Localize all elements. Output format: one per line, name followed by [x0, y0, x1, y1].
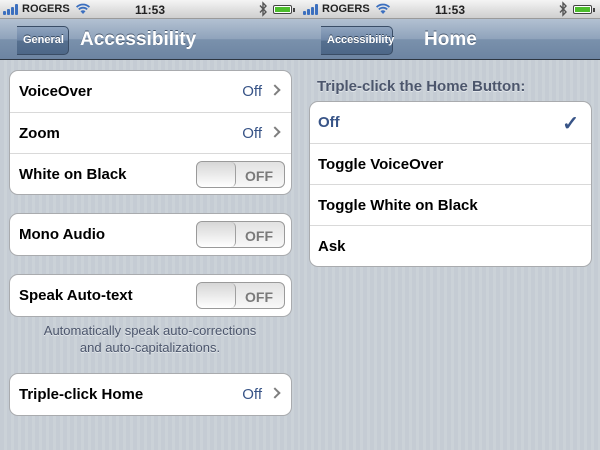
row-speak-auto-text: Speak Auto-text OFF: [10, 275, 291, 316]
row-value: Off: [242, 386, 262, 403]
option-ask[interactable]: Ask: [310, 225, 591, 266]
row-value: Off: [242, 83, 262, 100]
accessibility-group-vision: VoiceOver Off Zoom Off White on Black OF…: [9, 70, 292, 195]
status-time: 11:53: [134, 3, 166, 17]
speak-auto-text-footnote: Automatically speak auto-corrections and…: [12, 322, 288, 356]
bluetooth-icon: [559, 1, 567, 17]
bluetooth-icon: [259, 1, 267, 17]
option-toggle-voiceover[interactable]: Toggle VoiceOver: [310, 143, 591, 184]
chevron-right-icon: [269, 126, 281, 138]
toggle-state: OFF: [245, 168, 273, 184]
battery-icon: [273, 5, 295, 14]
back-button-label: Accessibility: [327, 34, 395, 46]
toggle-state: OFF: [245, 289, 273, 305]
navigation-bar: Accessibility Home: [300, 19, 600, 60]
status-bar: ROGERS 11:53: [0, 0, 300, 19]
toggle-state: OFF: [245, 228, 273, 244]
accessibility-group-audio: Mono Audio OFF: [9, 213, 292, 256]
option-toggle-white-on-black[interactable]: Toggle White on Black: [310, 184, 591, 225]
back-button-general[interactable]: General: [17, 26, 69, 55]
row-zoom[interactable]: Zoom Off: [10, 112, 291, 153]
row-label: VoiceOver: [19, 83, 93, 100]
row-value: Off: [242, 125, 262, 142]
row-label: White on Black: [19, 166, 127, 183]
toggle-knob: [197, 162, 236, 187]
section-header: Triple-click the Home Button:: [317, 78, 526, 95]
white-on-black-toggle[interactable]: OFF: [196, 161, 285, 188]
row-mono-audio: Mono Audio OFF: [10, 214, 291, 255]
footnote-line: Automatically speak auto-corrections: [43, 323, 257, 338]
mono-audio-toggle[interactable]: OFF: [196, 221, 285, 248]
row-label: Speak Auto-text: [19, 287, 133, 304]
navigation-bar: General Accessibility: [0, 19, 300, 60]
status-time: 11:53: [434, 3, 466, 17]
toggle-knob: [197, 222, 236, 247]
footnote-line: and auto-capitalizations.: [79, 340, 221, 355]
triple-click-home-screen: ROGERS 11:53 Accessibility Home Triple-c…: [300, 0, 600, 450]
accessibility-group-home: Triple-click Home Off: [9, 373, 292, 416]
page-title: Home: [424, 29, 477, 50]
row-white-on-black: White on Black OFF: [10, 153, 291, 194]
back-button-label: General: [23, 34, 64, 46]
row-triple-click-home[interactable]: Triple-click Home Off: [10, 374, 291, 415]
row-label: Triple-click Home: [19, 386, 144, 403]
option-label: Off: [318, 114, 340, 131]
checkmark-icon: ✓: [562, 113, 579, 135]
chevron-right-icon: [269, 387, 281, 399]
option-label: Ask: [318, 238, 346, 255]
toggle-knob: [197, 283, 236, 308]
battery-icon: [573, 5, 595, 14]
option-label: Toggle VoiceOver: [318, 156, 444, 173]
row-label: Mono Audio: [19, 226, 106, 243]
row-voiceover[interactable]: VoiceOver Off: [10, 71, 291, 112]
accessibility-group-speak: Speak Auto-text OFF: [9, 274, 292, 317]
speak-auto-text-toggle[interactable]: OFF: [196, 282, 285, 309]
chevron-right-icon: [269, 84, 281, 96]
status-bar: ROGERS 11:53: [300, 0, 600, 19]
option-label: Toggle White on Black: [318, 197, 478, 214]
page-title: Accessibility: [80, 29, 197, 50]
row-label: Zoom: [19, 125, 60, 142]
option-off[interactable]: Off ✓: [310, 102, 591, 143]
accessibility-screen: ROGERS 11:53 General Accessibility Voice…: [0, 0, 300, 450]
triple-click-options: Off ✓ Toggle VoiceOver Toggle White on B…: [309, 101, 592, 267]
back-button-accessibility[interactable]: Accessibility: [321, 26, 395, 55]
